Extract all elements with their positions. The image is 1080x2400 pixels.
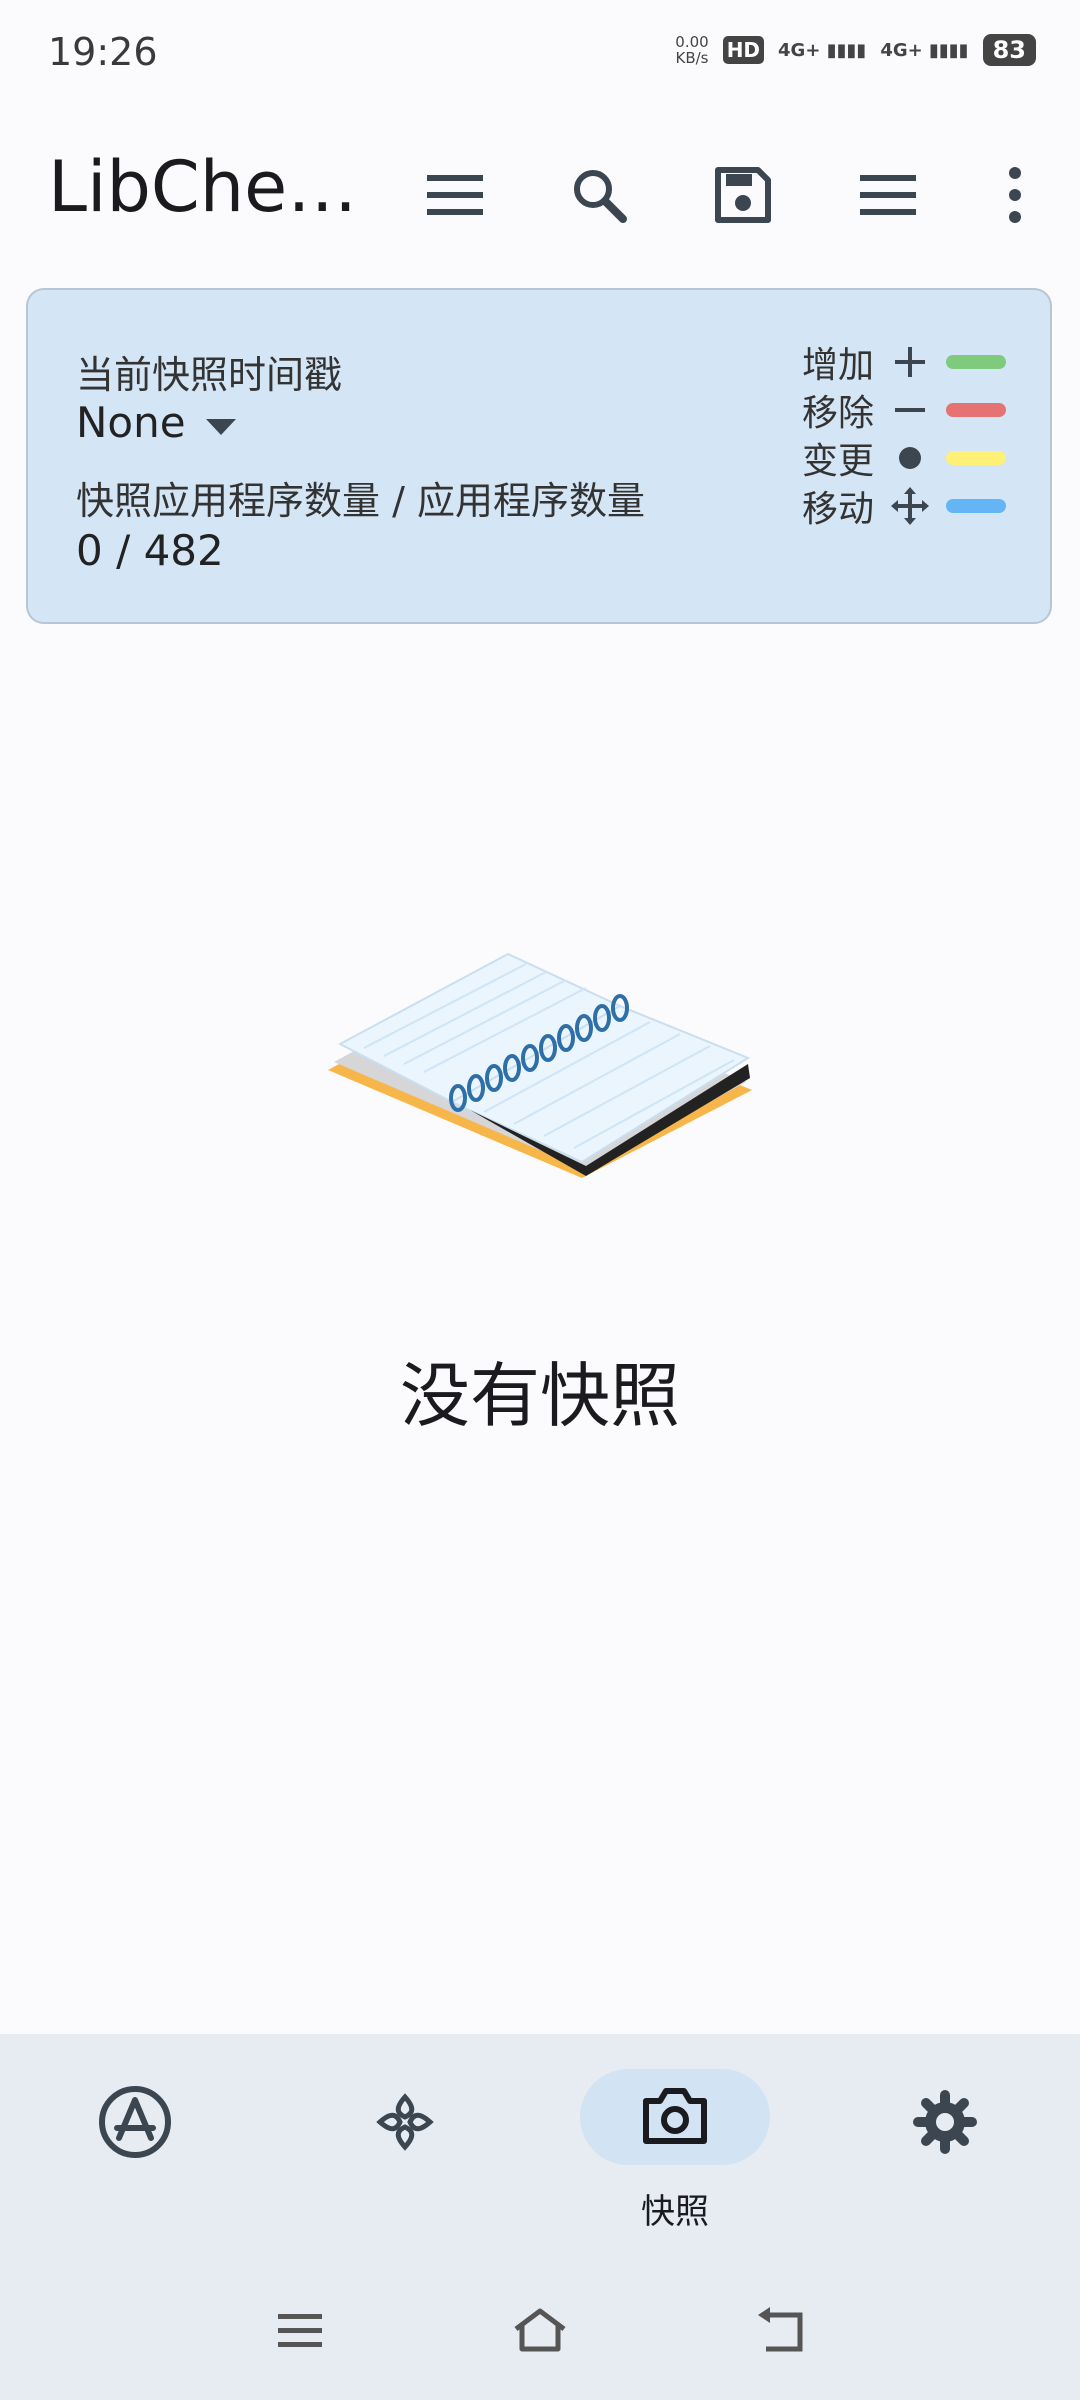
legend-color-bar xyxy=(946,499,1006,513)
nav-item-settings[interactable] xyxy=(810,2034,1080,2264)
minus-icon xyxy=(888,390,932,430)
hd-badge: HD xyxy=(722,36,765,64)
timestamp-value: None xyxy=(76,398,186,447)
nav-item-apps[interactable] xyxy=(0,2034,270,2264)
system-indicators: 0.00 KB/s HD 4G+ ▮▮▮▮ 4G+ ▮▮▮▮ 83 xyxy=(675,34,1036,66)
sim1-network-type: 4G+ xyxy=(778,39,821,61)
nav-item-snapshot[interactable]: 快照 xyxy=(540,2034,810,2264)
app-store-icon xyxy=(95,2082,175,2162)
recents-icon[interactable] xyxy=(260,2300,340,2360)
menu-icon[interactable] xyxy=(410,150,500,240)
status-time: 19:26 xyxy=(48,30,158,74)
net-speed-unit: KB/s xyxy=(675,49,709,67)
timestamp-label: 当前快照时间戳 xyxy=(76,353,343,397)
camera-icon xyxy=(635,2076,715,2156)
count-label: 快照应用程序数量 / 应用程序数量 xyxy=(76,479,645,523)
move-icon xyxy=(888,486,932,526)
search-icon[interactable] xyxy=(554,150,644,240)
change-legend: 增加 移除 变更 移动 xyxy=(802,338,1006,530)
legend-color-bar xyxy=(946,403,1006,417)
legend-color-bar xyxy=(946,451,1006,465)
battery-icon: 83 xyxy=(982,34,1036,66)
net-speed: 0.00 KB/s xyxy=(675,34,708,66)
legend-moved: 移动 xyxy=(802,482,1006,530)
sim2-network-type: 4G+ xyxy=(880,39,923,61)
app-bar: LibChe… xyxy=(0,110,1080,280)
notebook-illustration xyxy=(320,940,760,1220)
legend-label: 移除 xyxy=(801,393,874,434)
net-speed-value: 0.00 xyxy=(675,33,709,51)
battery-level: 83 xyxy=(992,36,1026,64)
dropdown-arrow-icon xyxy=(205,398,236,447)
legend-label: 增加 xyxy=(801,345,874,386)
legend-removed: 移除 xyxy=(802,386,1006,434)
signal-sim2-icon: 4G+ ▮▮▮▮ xyxy=(880,39,969,61)
legend-color-bar xyxy=(946,355,1006,369)
legend-label: 移动 xyxy=(801,489,874,530)
library-icon xyxy=(365,2082,445,2162)
nav-label: 快照 xyxy=(641,2192,709,2232)
home-icon[interactable] xyxy=(500,2300,580,2360)
signal-sim1-icon: 4G+ ▮▮▮▮ xyxy=(778,39,867,61)
timestamp-dropdown[interactable]: None xyxy=(76,398,236,447)
status-bar: 19:26 0.00 KB/s HD 4G+ ▮▮▮▮ 4G+ ▮▮▮▮ 83 xyxy=(0,0,1080,110)
legend-changed: 变更 xyxy=(802,434,1006,482)
back-icon[interactable] xyxy=(740,2300,820,2360)
count-value: 0 / 482 xyxy=(76,526,224,575)
nav-item-library[interactable] xyxy=(270,2034,540,2264)
empty-state-text: 没有快照 xyxy=(400,1355,680,1437)
list-icon[interactable] xyxy=(843,150,933,240)
legend-added: 增加 xyxy=(802,338,1006,386)
dot-icon xyxy=(888,438,932,478)
plus-icon xyxy=(888,342,932,382)
save-icon[interactable] xyxy=(698,150,788,240)
settings-icon xyxy=(905,2082,985,2162)
snapshot-info-card: 当前快照时间戳 None 快照应用程序数量 / 应用程序数量 0 / 482 增… xyxy=(26,288,1052,624)
app-title: LibChe… xyxy=(48,146,358,228)
more-vert-icon[interactable] xyxy=(970,150,1060,240)
legend-label: 变更 xyxy=(801,441,874,482)
